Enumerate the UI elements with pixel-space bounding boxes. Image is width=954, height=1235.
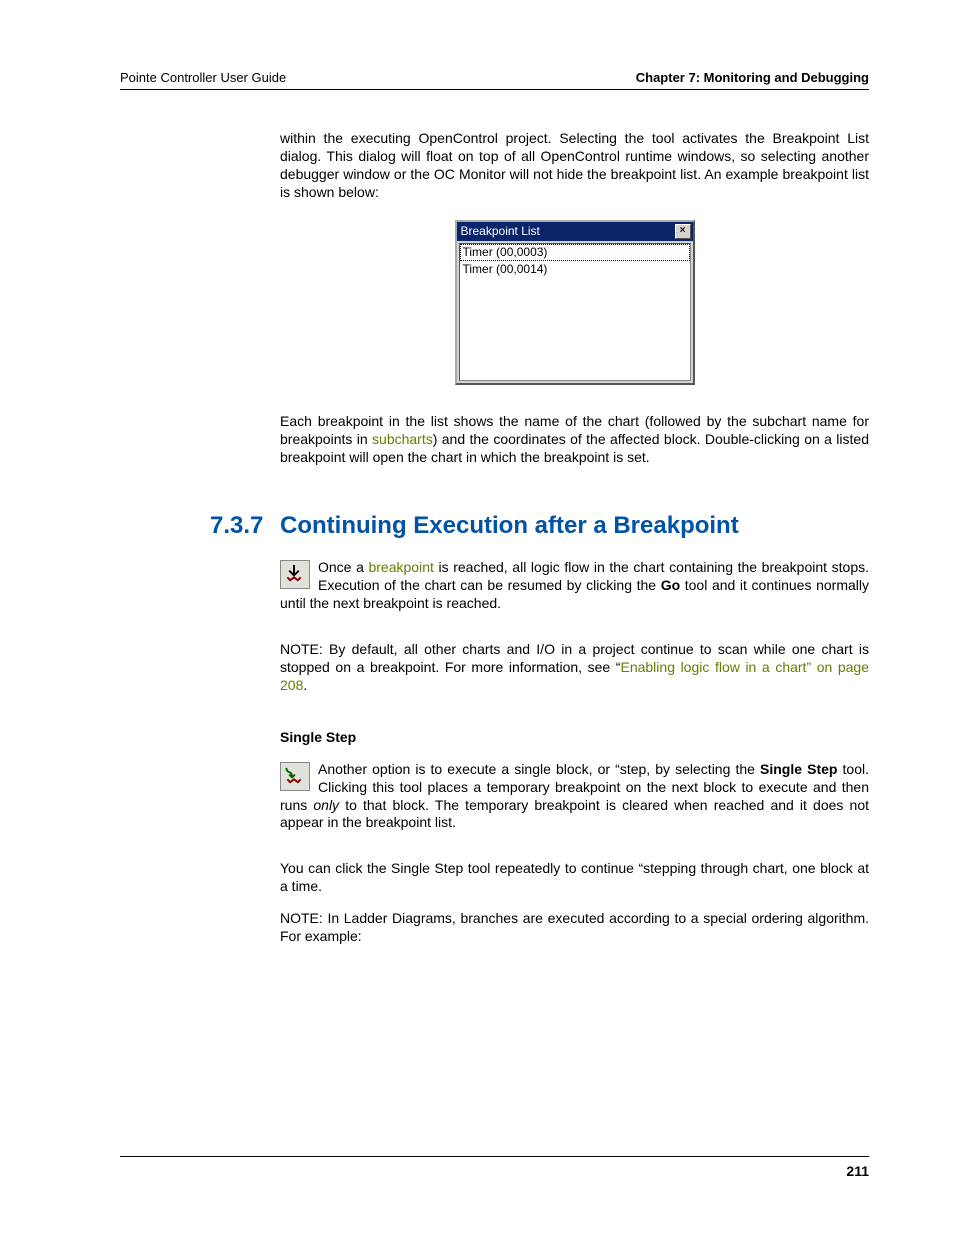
header-left: Pointe Controller User Guide — [120, 70, 286, 85]
subcharts-link[interactable]: subcharts — [372, 431, 433, 447]
note-paragraph: NOTE: In Ladder Diagrams, branches are e… — [280, 910, 869, 946]
page-number: 211 — [846, 1163, 869, 1179]
dialog-title-text: Breakpoint List — [461, 224, 540, 239]
breakpoint-list-dialog: Breakpoint List × Timer (00,0003) Timer … — [455, 220, 695, 385]
section-heading: 7.3.7 Continuing Execution after a Break… — [210, 511, 869, 542]
close-icon[interactable]: × — [675, 224, 691, 239]
paragraph: Once a breakpoint is reached, all logic … — [280, 559, 869, 613]
intro-paragraph: within the executing OpenControl project… — [280, 130, 869, 202]
single-step-label: Single Step — [760, 761, 837, 777]
text: . — [303, 677, 307, 693]
go-label: Go — [661, 577, 680, 593]
page-footer: 211 — [120, 1156, 869, 1179]
dialog-titlebar[interactable]: Breakpoint List × — [457, 222, 693, 241]
subheading-single-step: Single Step — [280, 729, 869, 747]
dialog-listbox[interactable]: Timer (00,0003) Timer (00,0014) — [459, 243, 691, 381]
paragraph: You can click the Single Step tool repea… — [280, 860, 869, 896]
only-emphasis: only — [313, 797, 339, 813]
text: Another option is to execute a single bl… — [318, 761, 760, 777]
header-right: Chapter 7: Monitoring and Debugging — [636, 70, 869, 85]
go-tool-icon — [280, 560, 310, 589]
note-paragraph: NOTE: By default, all other charts and I… — [280, 641, 869, 695]
section-number: 7.3.7 — [210, 511, 280, 542]
paragraph: Each breakpoint in the list shows the na… — [280, 413, 869, 467]
text: Once a — [318, 559, 368, 575]
list-item[interactable]: Timer (00,0003) — [460, 244, 690, 261]
list-item[interactable]: Timer (00,0014) — [460, 261, 690, 278]
paragraph: Another option is to execute a single bl… — [280, 761, 869, 833]
page-header: Pointe Controller User Guide Chapter 7: … — [120, 70, 869, 90]
text: to that block. The temporary breakpoint … — [280, 797, 869, 831]
breakpoint-link[interactable]: breakpoint — [368, 559, 433, 575]
single-step-tool-icon — [280, 762, 310, 791]
section-title: Continuing Execution after a Breakpoint — [280, 511, 739, 542]
document-page: Pointe Controller User Guide Chapter 7: … — [0, 0, 954, 1235]
body-content: within the executing OpenControl project… — [280, 130, 869, 946]
